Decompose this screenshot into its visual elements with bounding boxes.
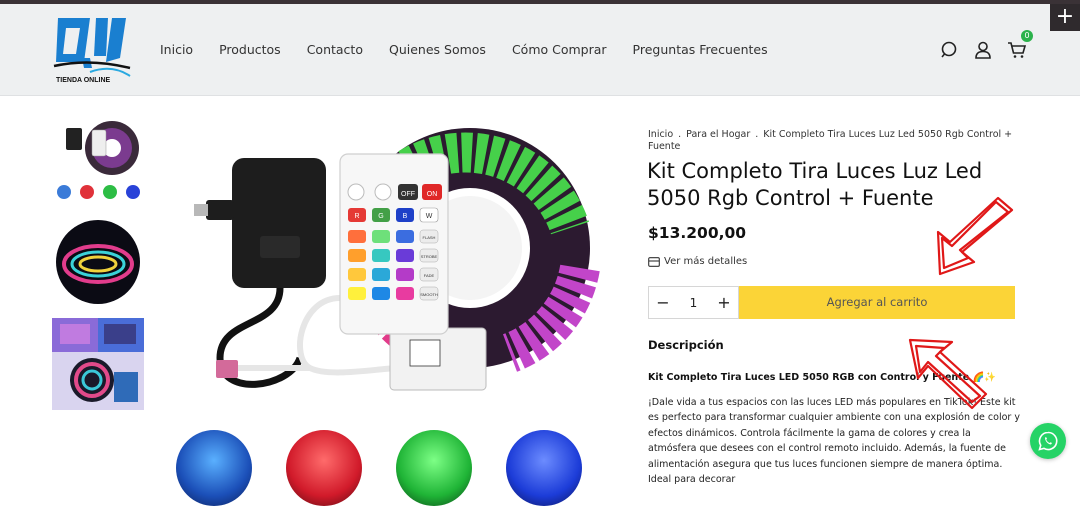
remote-w-label: W bbox=[426, 213, 433, 220]
thumbnail-3[interactable] bbox=[52, 318, 144, 410]
description-body: ¡Dale vida a tus espacios con las luces … bbox=[648, 397, 1020, 486]
product-main-image[interactable]: OFF ON R G B W FLASH STROBE FADE SMOOTH bbox=[180, 118, 600, 418]
nav-contacto[interactable]: Contacto bbox=[307, 42, 363, 57]
thumbnail-1-image bbox=[52, 118, 144, 210]
search-icon[interactable] bbox=[939, 40, 959, 60]
thumbnail-1[interactable] bbox=[52, 118, 144, 210]
user-icon[interactable] bbox=[973, 40, 993, 60]
quantity-stepper: − 1 + bbox=[648, 286, 739, 319]
nav-preguntas-frecuentes[interactable]: Preguntas Frecuentes bbox=[633, 42, 768, 57]
color-variant-row bbox=[176, 430, 606, 506]
nav-inicio[interactable]: Inicio bbox=[160, 42, 193, 57]
variant-red-thumbnail[interactable] bbox=[286, 430, 362, 506]
remote-b-label: B bbox=[403, 213, 408, 220]
card-icon bbox=[648, 256, 660, 267]
variant-blue-thumbnail[interactable] bbox=[176, 430, 252, 506]
remote-smooth-label: SMOOTH bbox=[420, 292, 438, 297]
cart-icon[interactable] bbox=[1007, 40, 1027, 60]
product-price: $13.200,00 bbox=[648, 224, 747, 242]
site-header: TIENDA ONLINE Inicio Productos Contacto … bbox=[0, 4, 1080, 96]
breadcrumb-category[interactable]: Para el Hogar bbox=[686, 129, 750, 140]
variant-deep-blue-thumbnail[interactable] bbox=[506, 430, 582, 506]
description-heading: Kit Completo Tira Luces LED 5050 RGB con… bbox=[648, 372, 997, 383]
qty-decrease-button[interactable]: − bbox=[655, 293, 671, 312]
product-title: Kit Completo Tira Luces Luz Led 5050 Rgb… bbox=[647, 159, 983, 210]
qty-value[interactable]: 1 bbox=[690, 296, 698, 310]
remote-off-label: OFF bbox=[401, 191, 415, 198]
thumbnail-3-image bbox=[52, 318, 144, 410]
breadcrumb-home[interactable]: Inicio bbox=[648, 129, 673, 140]
nav-quienes-somos[interactable]: Quienes Somos bbox=[389, 42, 486, 57]
thumbnail-list bbox=[52, 118, 144, 418]
remote-fade-label: FADE bbox=[424, 273, 435, 278]
store-logo[interactable]: TIENDA ONLINE bbox=[50, 12, 134, 88]
qty-increase-button[interactable]: + bbox=[716, 293, 732, 312]
remote-on-label: ON bbox=[427, 191, 438, 198]
cart-count-badge: 0 bbox=[1021, 30, 1033, 42]
remote-g-label: G bbox=[378, 213, 383, 220]
remote-flash-label: FLASH bbox=[423, 235, 436, 240]
remote-strobe-label: STROBE bbox=[421, 254, 438, 259]
thumbnail-2-image bbox=[52, 218, 144, 310]
remote-r-label: R bbox=[354, 213, 359, 220]
whatsapp-button[interactable] bbox=[1030, 423, 1066, 459]
logo-text: TIENDA ONLINE bbox=[56, 77, 111, 84]
nav-como-comprar[interactable]: Cómo Comprar bbox=[512, 42, 607, 57]
main-nav: Inicio Productos Contacto Quienes Somos … bbox=[160, 42, 794, 57]
breadcrumb: Inicio. Para el Hogar. Kit Completo Tira L… bbox=[648, 129, 1013, 152]
variant-green-thumbnail[interactable] bbox=[396, 430, 472, 506]
description-title: Descripción bbox=[648, 338, 724, 352]
add-to-cart-button[interactable]: Agregar al carrito bbox=[739, 286, 1015, 319]
nav-productos[interactable]: Productos bbox=[219, 42, 281, 57]
more-details-label: Ver más detalles bbox=[664, 256, 748, 267]
whatsapp-icon bbox=[1038, 431, 1058, 451]
thumbnail-2[interactable] bbox=[52, 218, 144, 310]
more-details-link[interactable]: Ver más detalles bbox=[648, 256, 747, 267]
expand-button[interactable]: + bbox=[1050, 4, 1080, 31]
